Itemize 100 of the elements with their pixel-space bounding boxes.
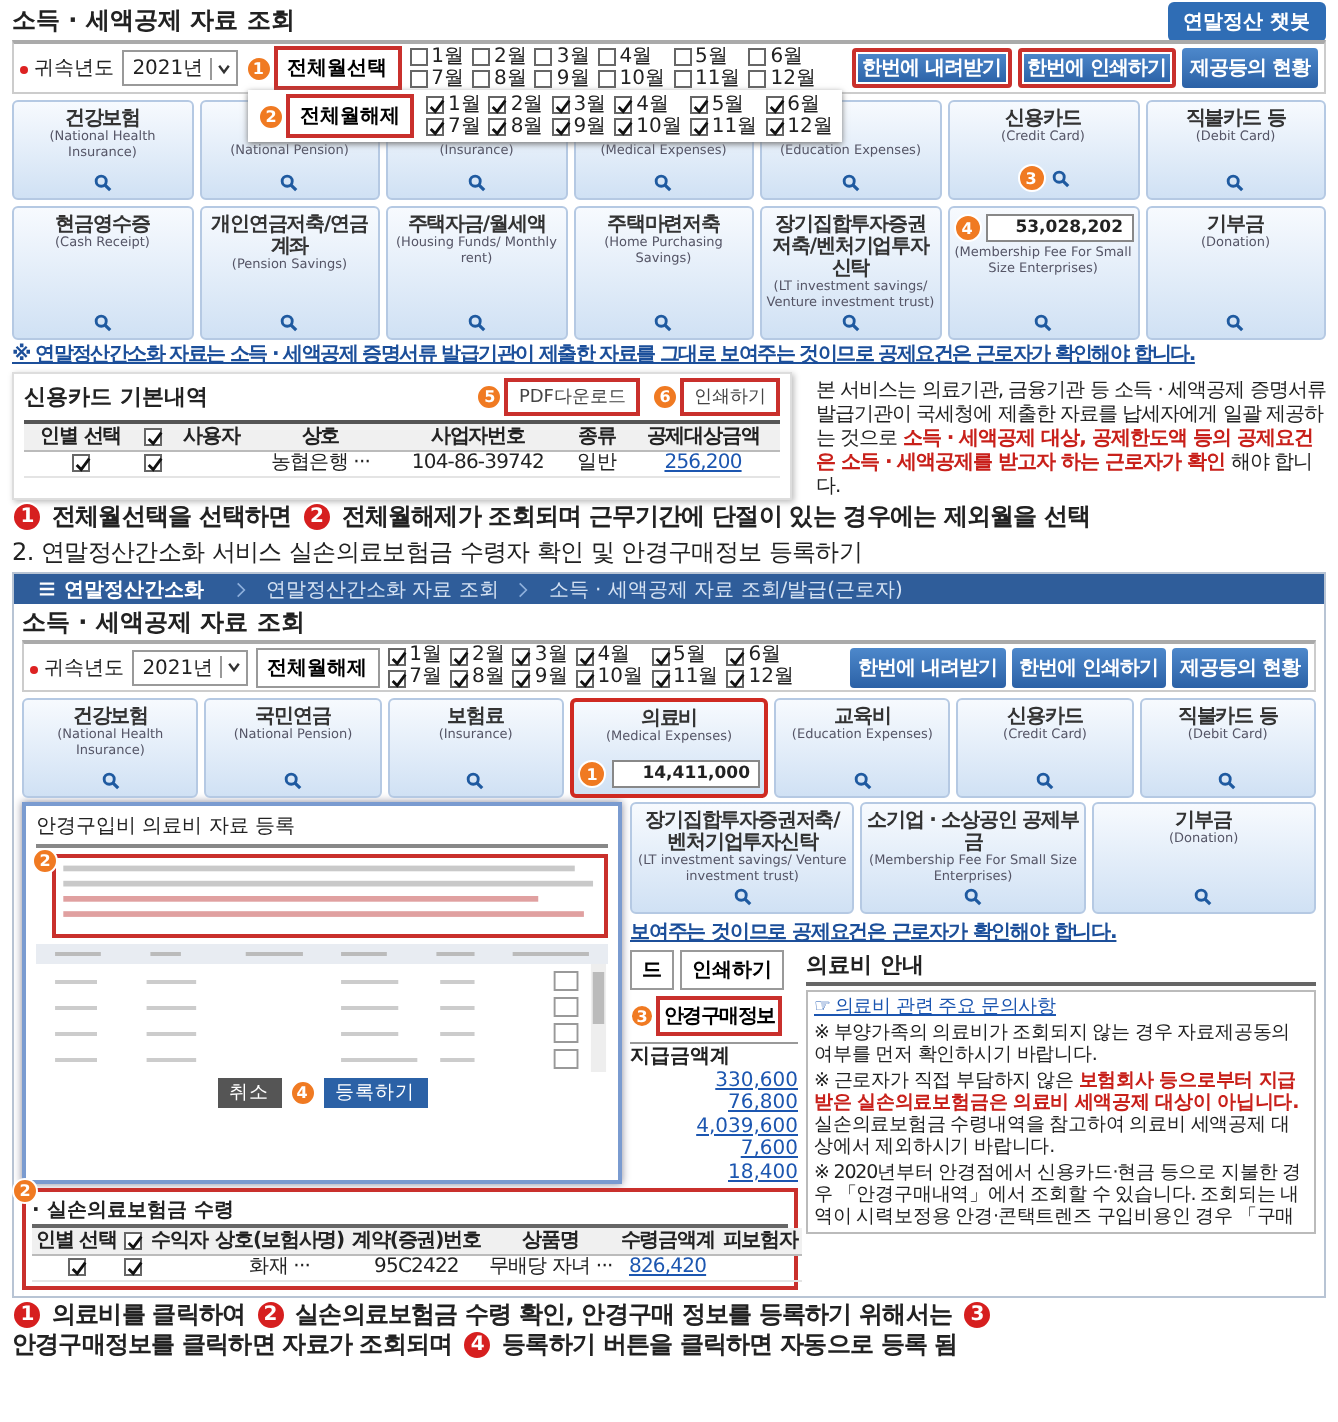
checkbox[interactable]	[651, 669, 669, 687]
checkbox[interactable]	[409, 48, 428, 66]
checkbox[interactable]	[765, 118, 784, 136]
search-icon[interactable]	[733, 888, 752, 906]
bullet-icon	[30, 665, 38, 673]
search-icon[interactable]	[283, 772, 302, 790]
checkbox[interactable]	[450, 669, 469, 687]
checkbox[interactable]	[689, 96, 708, 114]
select-months-button[interactable]: 전체월해제	[255, 647, 380, 687]
search-icon[interactable]	[1218, 772, 1237, 790]
checkbox[interactable]	[144, 453, 163, 472]
checkbox[interactable]	[575, 647, 594, 665]
checkbox[interactable]	[765, 96, 784, 114]
search-icon[interactable]	[93, 174, 112, 192]
checkbox[interactable]	[67, 1257, 86, 1276]
amount-link[interactable]: 76,800	[728, 1092, 798, 1115]
menu-button[interactable]: 연말정산간소화	[26, 573, 216, 605]
checkbox[interactable]	[71, 453, 90, 472]
search-icon[interactable]	[280, 174, 299, 192]
checkbox[interactable]	[387, 669, 406, 687]
checkbox[interactable]	[450, 647, 469, 665]
panel-button[interactable]: 인쇄하기	[680, 378, 780, 416]
amount-link[interactable]: 330,600	[715, 1069, 798, 1092]
glasses-info-button[interactable]: 안경구매정보	[656, 996, 783, 1036]
checkbox[interactable]	[575, 669, 594, 687]
search-icon[interactable]	[1051, 169, 1069, 187]
search-icon[interactable]	[654, 174, 673, 192]
amount-link[interactable]: 256,200	[664, 452, 742, 474]
checkbox[interactable]	[488, 96, 507, 114]
checkbox[interactable]	[124, 1257, 143, 1276]
checkbox[interactable]	[689, 118, 708, 136]
search-icon[interactable]	[963, 888, 982, 906]
checkbox[interactable]	[387, 647, 406, 665]
checkbox[interactable]	[597, 48, 616, 66]
number-badge: 6	[652, 384, 678, 410]
year-select[interactable]: 2021년	[122, 50, 238, 86]
checkbox[interactable]	[748, 70, 767, 88]
search-icon[interactable]	[853, 772, 872, 790]
action-button[interactable]: 한번에 인쇄하기	[1017, 48, 1177, 88]
breadcrumb-link[interactable]: 소득 · 세액공제 자료 조회/발급(근로자)	[548, 575, 903, 603]
panel-button[interactable]: 드	[630, 950, 674, 990]
checkbox[interactable]	[426, 118, 444, 136]
checkbox[interactable]	[472, 70, 491, 88]
amount-link[interactable]: 7,600	[740, 1138, 798, 1161]
checkbox[interactable]	[748, 48, 767, 66]
action-button[interactable]: 제공등의 현황	[1172, 647, 1308, 687]
panel-button[interactable]: 인쇄하기	[680, 950, 784, 990]
checkbox[interactable]	[726, 647, 745, 665]
search-icon[interactable]	[1194, 888, 1213, 906]
search-icon[interactable]	[467, 174, 486, 192]
checkbox[interactable]	[551, 118, 570, 136]
checkbox[interactable]	[651, 647, 669, 665]
checkbox[interactable]	[597, 70, 616, 88]
checkbox[interactable]	[534, 48, 553, 66]
search-icon[interactable]	[101, 772, 120, 790]
checkbox[interactable]	[726, 669, 745, 687]
dialog-button[interactable]: 등록하기	[323, 1078, 427, 1108]
chatbot-button[interactable]: 연말정산 챗봇	[1167, 1, 1326, 41]
amount-link[interactable]: 826,420	[629, 1256, 707, 1278]
search-icon[interactable]	[280, 314, 299, 332]
caret-icon	[209, 57, 232, 79]
search-icon[interactable]	[1226, 174, 1245, 192]
checkbox[interactable]	[534, 70, 553, 88]
checkbox[interactable]	[551, 96, 570, 114]
action-button[interactable]: 한번에 인쇄하기	[1011, 647, 1167, 687]
checkbox[interactable]	[409, 70, 428, 88]
search-icon[interactable]	[654, 314, 673, 332]
checkbox[interactable]	[426, 96, 444, 114]
search-icon[interactable]	[1226, 314, 1245, 332]
checkbox[interactable]	[673, 48, 691, 66]
search-icon[interactable]	[841, 314, 860, 332]
action-button[interactable]: 제공등의 현황	[1182, 48, 1318, 88]
checkbox[interactable]	[512, 647, 531, 665]
action-button[interactable]: 한번에 내려받기	[852, 48, 1012, 88]
checkbox[interactable]	[488, 118, 507, 136]
checkbox[interactable]	[673, 70, 691, 88]
panel-button[interactable]: PDF다운로드	[504, 378, 640, 416]
checkbox[interactable]	[472, 48, 491, 66]
search-icon[interactable]	[466, 772, 485, 790]
checkbox[interactable]	[614, 118, 633, 136]
dialog-button[interactable]: 취소	[217, 1078, 281, 1108]
caption-text: 안경구매정보를 클릭하면 자료가 조회되며	[12, 1330, 453, 1360]
checkbox[interactable]	[512, 669, 531, 687]
select-months-button[interactable]: 전체월선택	[273, 46, 402, 90]
year-select[interactable]: 2021년	[132, 649, 248, 685]
search-icon[interactable]	[1035, 772, 1054, 790]
search-icon[interactable]	[1034, 314, 1052, 332]
breadcrumb-link[interactable]: 연말정산간소화 자료 조회	[266, 575, 499, 603]
action-button[interactable]: 한번에 내려받기	[850, 647, 1006, 687]
amount-link[interactable]: 18,400	[728, 1161, 798, 1184]
search-icon[interactable]	[467, 314, 486, 332]
column-header: 공제대상금액	[626, 424, 780, 451]
info-link[interactable]: ☞ 의료비 관련 주요 문의사항	[814, 996, 1308, 1018]
search-icon[interactable]	[841, 174, 860, 192]
checkbox[interactable]	[144, 427, 163, 446]
amount-link[interactable]: 4,039,600	[696, 1115, 798, 1138]
deselect-months-button[interactable]: 전체월해제	[286, 94, 414, 138]
checkbox[interactable]	[124, 1231, 143, 1250]
checkbox[interactable]	[614, 96, 633, 114]
search-icon[interactable]	[93, 314, 112, 332]
